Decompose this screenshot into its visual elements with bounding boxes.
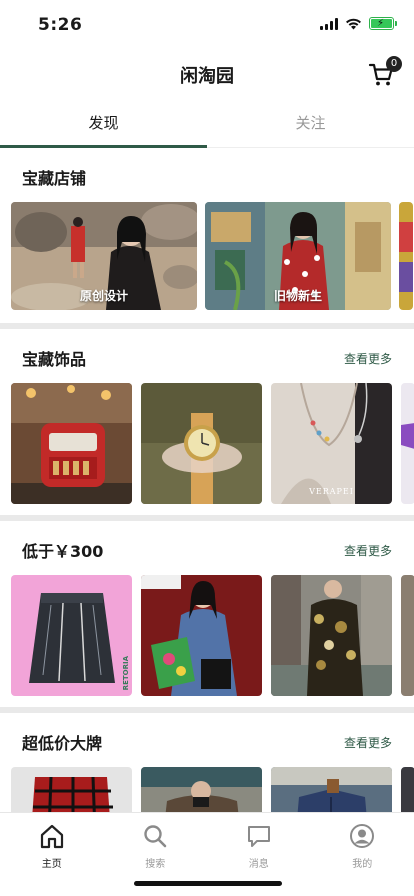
product-photo bbox=[401, 767, 414, 812]
product-card[interactable] bbox=[271, 767, 392, 812]
home-icon bbox=[40, 824, 63, 849]
product-card[interactable]: VERAPEI bbox=[271, 383, 392, 504]
product-card[interactable]: RETORIA bbox=[11, 575, 132, 696]
shop-card-partial[interactable] bbox=[399, 202, 413, 310]
shop-card-original-design[interactable]: 原创设计 bbox=[11, 202, 197, 310]
product-photo bbox=[11, 575, 132, 696]
section-title: 宝藏饰品 bbox=[22, 350, 87, 369]
product-card[interactable] bbox=[141, 383, 262, 504]
nav-label: 我的 bbox=[352, 859, 373, 870]
image-side-text: RETORIA bbox=[122, 655, 130, 690]
tab-discover[interactable]: 发现 bbox=[0, 100, 207, 148]
product-card[interactable] bbox=[11, 383, 132, 504]
section-title: 超低价大牌 bbox=[22, 734, 103, 753]
tab-following[interactable]: 关注 bbox=[207, 100, 414, 147]
nav-home[interactable]: 主页 bbox=[0, 813, 104, 896]
nav-header: 闲淘园 0 bbox=[0, 50, 414, 100]
product-photo bbox=[141, 383, 262, 504]
nav-label: 搜索 bbox=[145, 859, 166, 870]
message-icon bbox=[247, 826, 270, 847]
status-bar: 5:26 ⚡ bbox=[0, 0, 414, 50]
feed-content[interactable]: 宝藏店铺 原创设计 旧物新生 宝藏饰品 查看更多 VERAPEI 低于￥300 … bbox=[0, 148, 414, 812]
cart-count-badge: 0 bbox=[386, 56, 402, 72]
nav-label: 消息 bbox=[248, 859, 269, 870]
cellular-signal-icon bbox=[320, 17, 338, 30]
search-icon bbox=[144, 825, 167, 848]
section-under-300: 低于￥300 查看更多 RETORIA bbox=[0, 521, 414, 697]
wifi-icon bbox=[346, 18, 361, 29]
section-treasure-accessories: 宝藏饰品 查看更多 VERAPEI bbox=[0, 329, 414, 505]
cart-button[interactable]: 0 bbox=[368, 56, 402, 88]
product-photo bbox=[401, 383, 414, 504]
shop-card-vintage-revival[interactable]: 旧物新生 bbox=[205, 202, 391, 310]
section-treasure-shops: 宝藏店铺 原创设计 旧物新生 bbox=[0, 148, 414, 310]
section-title: 宝藏店铺 bbox=[22, 169, 87, 188]
product-photo bbox=[271, 575, 392, 696]
product-card-partial[interactable] bbox=[401, 383, 414, 504]
shop-card-label: 旧物新生 bbox=[273, 289, 322, 303]
status-icons: ⚡ bbox=[320, 17, 397, 30]
product-photo bbox=[141, 767, 262, 812]
product-card-partial[interactable] bbox=[401, 767, 414, 812]
see-more-link[interactable]: 查看更多 bbox=[344, 350, 392, 367]
profile-icon bbox=[350, 824, 375, 848]
product-photo bbox=[271, 383, 392, 504]
see-more-link[interactable]: 查看更多 bbox=[344, 734, 392, 751]
home-indicator bbox=[134, 881, 282, 886]
product-card[interactable] bbox=[271, 575, 392, 696]
nav-profile[interactable]: 我的 bbox=[311, 813, 414, 896]
image-watermark: VERAPEI bbox=[309, 487, 354, 496]
nav-label: 主页 bbox=[41, 859, 62, 870]
app-title: 闲淘园 bbox=[180, 66, 234, 87]
product-photo bbox=[11, 767, 132, 812]
product-photo bbox=[141, 575, 262, 696]
battery-icon: ⚡ bbox=[369, 17, 397, 30]
status-time: 5:26 bbox=[38, 15, 83, 35]
shop-card-label: 原创设计 bbox=[79, 289, 128, 303]
product-photo bbox=[271, 767, 392, 812]
product-card-partial[interactable] bbox=[401, 575, 414, 696]
top-tabs: 发现 关注 bbox=[0, 100, 414, 148]
product-card[interactable] bbox=[11, 767, 132, 812]
shop-photo bbox=[399, 202, 413, 310]
charging-bolt-icon: ⚡ bbox=[377, 18, 385, 29]
section-big-brands: 超低价大牌 查看更多 bbox=[0, 713, 414, 812]
section-title: 低于￥300 bbox=[22, 542, 104, 561]
product-card[interactable] bbox=[141, 767, 262, 812]
product-card[interactable] bbox=[141, 575, 262, 696]
product-photo bbox=[401, 575, 414, 696]
see-more-link[interactable]: 查看更多 bbox=[344, 542, 392, 559]
product-photo bbox=[11, 383, 132, 504]
